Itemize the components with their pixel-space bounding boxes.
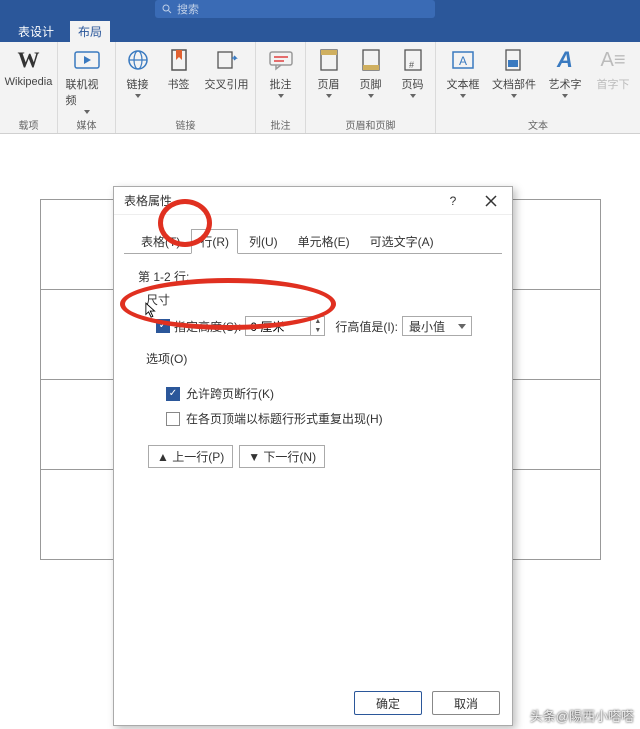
row-height-type-combo[interactable]: 最小值 <box>402 316 472 336</box>
online-video-button[interactable]: 联机视频 <box>66 46 108 114</box>
search-icon <box>161 3 173 15</box>
table-properties-dialog: 表格属性 ? 表格(T) 行(R) 列(U) 单元格(E) 可选文字(A) 第 … <box>113 186 513 726</box>
search-box[interactable]: 搜索 <box>155 0 435 18</box>
wordart-button[interactable]: A 艺术字 <box>544 46 586 98</box>
dialog-tab-cell[interactable]: 单元格(E) <box>289 229 359 254</box>
group-label-comments: 批注 <box>271 117 291 131</box>
wikipedia-button[interactable]: W Wikipedia <box>8 46 50 88</box>
row-height-is-label: 行高值是(I): <box>335 318 398 335</box>
dropcap-button[interactable]: A≡ 首字下 <box>592 46 634 92</box>
title-bar: 搜索 <box>0 0 640 20</box>
spinner-up[interactable]: ▲ <box>311 317 324 326</box>
group-label-links: 链接 <box>176 117 196 131</box>
cross-reference-button[interactable]: 交叉引用 <box>203 46 251 92</box>
page-number-icon: # <box>399 46 427 74</box>
cross-reference-icon <box>213 46 241 74</box>
dialog-tab-row[interactable]: 行(R) <box>191 229 238 254</box>
link-button[interactable]: 链接 <box>121 46 155 98</box>
bookmark-button[interactable]: 书签 <box>161 46 197 92</box>
close-icon <box>485 195 497 207</box>
watermark: 头条@陽西小嗒嗒 <box>530 706 634 725</box>
height-input[interactable] <box>246 317 310 335</box>
group-label-header-footer: 页眉和页脚 <box>346 117 396 131</box>
tab-table-design[interactable]: 表设计 <box>10 21 62 42</box>
page-number-button[interactable]: # 页码 <box>395 46 431 98</box>
link-icon <box>124 46 152 74</box>
svg-text:#: # <box>409 60 414 70</box>
footer-button[interactable]: 页脚 <box>353 46 389 98</box>
specify-height-checkbox[interactable] <box>156 319 170 333</box>
dialog-close-button[interactable] <box>476 189 506 213</box>
textbox-button[interactable]: A 文本框 <box>442 46 484 98</box>
size-label: 尺寸 <box>146 291 496 308</box>
spinner-down[interactable]: ▼ <box>311 326 324 335</box>
footer-icon <box>357 46 385 74</box>
tab-layout[interactable]: 布局 <box>70 21 110 42</box>
cancel-button[interactable]: 取消 <box>432 691 500 715</box>
group-label-text: 文本 <box>528 117 548 131</box>
svg-text:A: A <box>459 54 467 68</box>
quick-parts-button[interactable]: 文档部件 <box>490 46 538 98</box>
next-row-button[interactable]: ▼ 下一行(N) <box>239 445 325 468</box>
header-button[interactable]: 页眉 <box>311 46 347 98</box>
ribbon-tabstrip: 表设计 布局 <box>0 20 640 42</box>
dialog-tab-alttext[interactable]: 可选文字(A) <box>361 229 443 254</box>
rows-range-label: 第 1-2 行: <box>138 268 496 285</box>
wikipedia-icon: W <box>15 46 43 74</box>
dialog-tabs: 表格(T) 行(R) 列(U) 单元格(E) 可选文字(A) <box>114 215 512 254</box>
dialog-title: 表格属性 <box>124 192 172 209</box>
video-icon <box>73 46 101 74</box>
quick-parts-icon <box>500 46 528 74</box>
search-placeholder: 搜索 <box>177 1 199 17</box>
dropcap-icon: A≡ <box>599 46 627 74</box>
height-spinner[interactable]: ▲▼ <box>245 316 325 336</box>
wordart-icon: A <box>551 46 579 74</box>
dialog-tab-table[interactable]: 表格(T) <box>132 229 189 254</box>
header-icon <box>315 46 343 74</box>
specify-height-label: 指定高度(S): <box>174 318 241 335</box>
allow-break-checkbox[interactable] <box>166 387 180 401</box>
group-label-media: 媒体 <box>77 117 97 131</box>
bookmark-icon <box>165 46 193 74</box>
repeat-header-label: 在各页顶端以标题行形式重复出现(H) <box>186 410 383 427</box>
previous-row-button[interactable]: ▲ 上一行(P) <box>148 445 233 468</box>
textbox-icon: A <box>449 46 477 74</box>
group-label-addons: 载项 <box>19 117 39 131</box>
comment-button[interactable]: 批注 <box>260 46 302 98</box>
ok-button[interactable]: 确定 <box>354 691 422 715</box>
dialog-titlebar: 表格属性 ? <box>114 187 512 215</box>
ribbon: W Wikipedia 载项 联机视频 媒体 链接 书签 <box>0 42 640 134</box>
dialog-tab-column[interactable]: 列(U) <box>240 229 287 254</box>
options-label: 选项(O) <box>146 350 496 367</box>
repeat-header-checkbox[interactable] <box>166 412 180 426</box>
allow-break-label: 允许跨页断行(K) <box>186 385 274 402</box>
comment-icon <box>267 46 295 74</box>
dialog-help-button[interactable]: ? <box>438 189 468 213</box>
